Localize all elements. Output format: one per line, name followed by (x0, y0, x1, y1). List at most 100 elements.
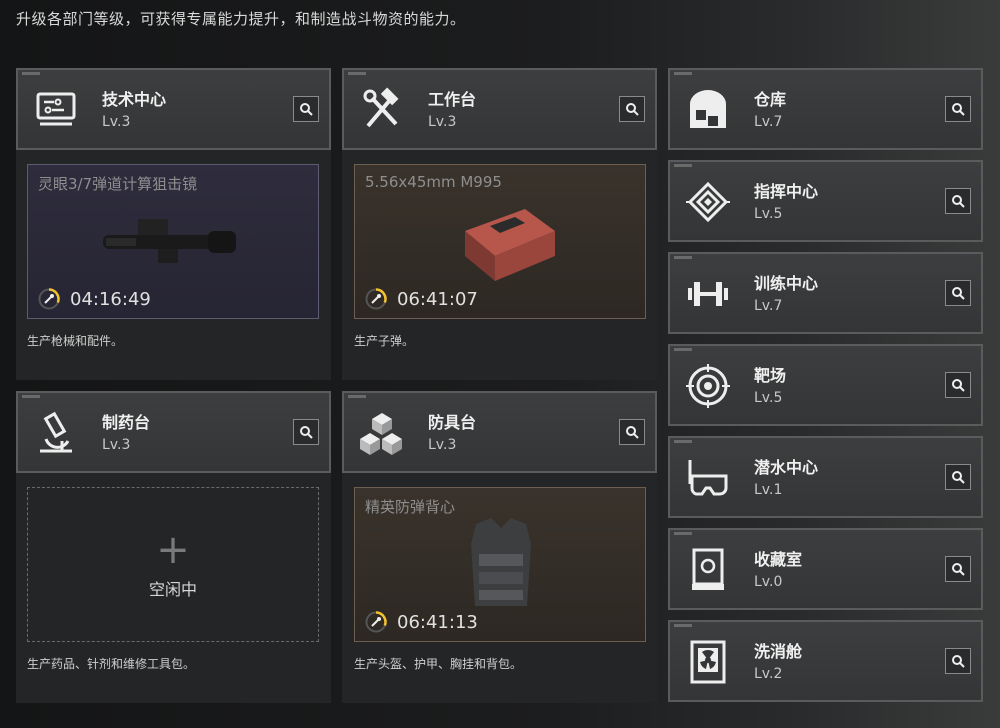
facility-level: Lv.0 (754, 574, 783, 590)
microscope-icon (40, 411, 72, 453)
product-name: 精英防弹背心 (365, 498, 456, 516)
search-button[interactable] (619, 96, 645, 122)
facility-name: 收藏室 (754, 550, 803, 569)
search-button[interactable] (293, 419, 319, 445)
facility-name: 技术中心 (102, 90, 167, 109)
search-icon (952, 471, 965, 484)
production-card[interactable]: 5.56x45mm M995 06:41:07 (354, 164, 646, 319)
search-icon (626, 426, 639, 439)
search-icon (952, 655, 965, 668)
search-icon (952, 563, 965, 576)
search-icon (300, 426, 313, 439)
header-tag (348, 72, 366, 75)
facility-name: 靶场 (754, 366, 787, 385)
search-button[interactable] (945, 280, 971, 306)
facility-level: Lv.3 (428, 114, 457, 130)
search-button[interactable] (945, 96, 971, 122)
facility-description: 生产枪械和配件。 (27, 334, 124, 348)
production-card[interactable]: 灵眼3/7弹道计算狙击镜 04:16:49 (27, 164, 319, 319)
radiation-chamber-icon (690, 640, 726, 684)
product-name: 5.56x45mm M995 (365, 173, 502, 191)
header-tag (674, 624, 692, 627)
command-chip-icon (686, 181, 730, 223)
facility-name: 潜水中心 (754, 458, 819, 477)
facility-name: 工作台 (428, 90, 477, 109)
header-tag (674, 72, 692, 75)
facility-armor-bench[interactable]: 防具台 Lv.3 (342, 391, 657, 473)
page-subtitle: 升级各部门等级，可获得专属能力提升，和制造战斗物资的能力。 (16, 10, 466, 28)
facility-name: 防具台 (428, 413, 477, 432)
warehouse-icon (690, 90, 726, 128)
idle-label: 空闲中 (148, 579, 197, 599)
production-panel-workbench: 5.56x45mm M995 06:41:07 生产子弹。 (342, 150, 657, 380)
facility-description: 生产药品、针剂和维修工具包。 (27, 657, 196, 671)
facility-warehouse[interactable]: 仓库 Lv.7 (668, 68, 983, 150)
facility-workbench[interactable]: 工作台 Lv.3 (342, 68, 657, 150)
facility-pharmacy[interactable]: 制药台 Lv.3 (16, 391, 331, 473)
diving-mask-icon (688, 460, 728, 496)
facility-level: Lv.3 (102, 437, 131, 453)
search-button[interactable] (945, 556, 971, 582)
search-icon (626, 103, 639, 116)
facility-level: Lv.7 (754, 114, 783, 130)
facility-command-center[interactable]: 指挥中心 Lv.5 (668, 160, 983, 242)
facility-name: 训练中心 (754, 274, 819, 293)
wrench-progress-icon (38, 288, 60, 310)
search-button[interactable] (945, 372, 971, 398)
body-armor-image (471, 518, 531, 606)
search-button[interactable] (945, 648, 971, 674)
ammo-box-image (465, 209, 555, 281)
production-timer: 06:41:13 (397, 611, 478, 633)
target-icon (686, 364, 730, 408)
facility-level: Lv.7 (754, 298, 783, 314)
facility-name: 指挥中心 (754, 182, 819, 201)
header-tag (22, 395, 40, 398)
facility-collection-room[interactable]: 收藏室 Lv.0 (668, 528, 983, 610)
search-icon (300, 103, 313, 116)
search-icon (952, 379, 965, 392)
production-panel-armor: 精英防弹背心 06:41:13 生产头盔、护甲、胸挂和背包。 (342, 473, 657, 703)
facility-level: Lv.2 (754, 666, 783, 682)
hammer-wrench-icon (363, 87, 399, 128)
facility-training-center[interactable]: 训练中心 Lv.7 (668, 252, 983, 334)
idle-slot[interactable]: + 空闲中 (27, 487, 319, 642)
header-tag (674, 348, 692, 351)
facility-diving-center[interactable]: 潜水中心 Lv.1 (668, 436, 983, 518)
timer-row: 06:41:07 (365, 288, 478, 310)
timer-row: 06:41:13 (365, 611, 478, 633)
production-timer: 06:41:07 (397, 288, 478, 310)
dumbbell-icon (688, 282, 728, 306)
display-case-icon (692, 548, 724, 590)
production-timer: 04:16:49 (70, 288, 151, 310)
search-button[interactable] (945, 464, 971, 490)
search-button[interactable] (619, 419, 645, 445)
monitor-icon (36, 92, 76, 126)
facility-name: 制药台 (102, 413, 151, 432)
facility-decontamination[interactable]: 洗消舱 Lv.2 (668, 620, 983, 702)
cubes-icon (360, 413, 402, 455)
wrench-progress-icon (365, 611, 387, 633)
timer-row: 04:16:49 (38, 288, 151, 310)
header-tag (674, 164, 692, 167)
facility-level: Lv.5 (754, 390, 783, 406)
production-panel-tech: 灵眼3/7弹道计算狙击镜 04:16:49 生产枪械和配件。 (16, 150, 331, 380)
wrench-progress-icon (365, 288, 387, 310)
production-card[interactable]: 精英防弹背心 06:41:13 (354, 487, 646, 642)
facility-level: Lv.1 (754, 482, 783, 498)
facility-level: Lv.3 (102, 114, 131, 130)
facility-shooting-range[interactable]: 靶场 Lv.5 (668, 344, 983, 426)
facility-tech-center[interactable]: 技术中心 Lv.3 (16, 68, 331, 150)
facility-description: 生产子弹。 (354, 334, 415, 348)
facility-name: 仓库 (754, 90, 787, 109)
facility-level: Lv.3 (428, 437, 457, 453)
header-tag (22, 72, 40, 75)
header-tag (674, 532, 692, 535)
search-icon (952, 287, 965, 300)
search-button[interactable] (293, 96, 319, 122)
search-icon (952, 103, 965, 116)
facility-description: 生产头盔、护甲、胸挂和背包。 (354, 657, 523, 671)
header-tag (674, 256, 692, 259)
production-panel-pharmacy: + 空闲中 生产药品、针剂和维修工具包。 (16, 473, 331, 703)
add-icon: + (156, 526, 190, 573)
search-button[interactable] (945, 188, 971, 214)
